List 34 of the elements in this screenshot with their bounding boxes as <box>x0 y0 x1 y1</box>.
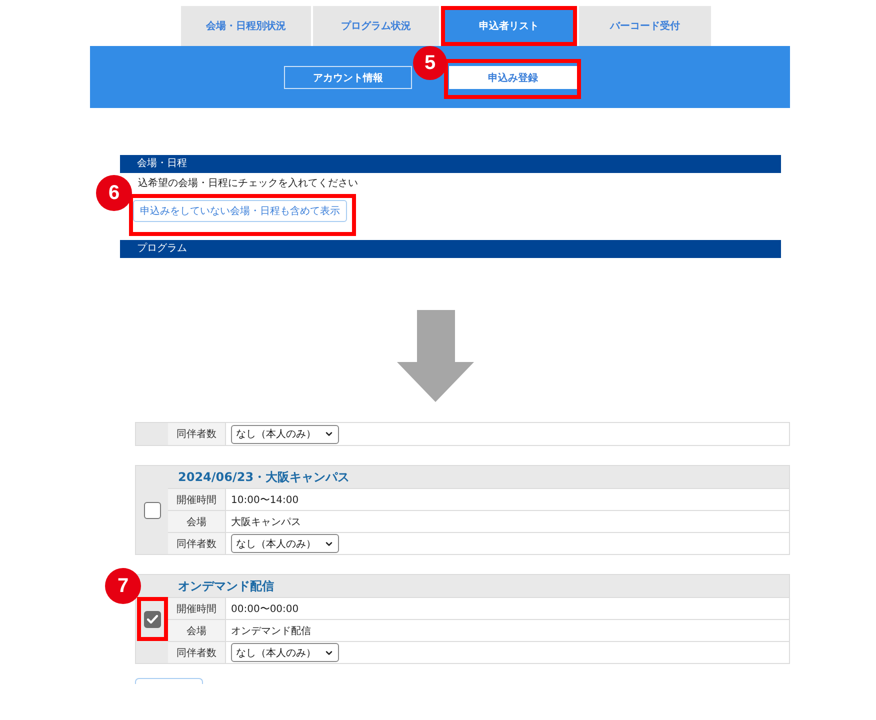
companion-select[interactable]: なし（本人のみ） <box>231 534 339 553</box>
field-label: 会場 <box>168 511 226 532</box>
sub-tab[interactable]: アカウント情報 <box>284 66 412 89</box>
section-header: プログラム <box>120 240 781 258</box>
companion-select[interactable]: なし（本人のみ） <box>231 424 339 444</box>
step-number-badge: 5 <box>413 46 447 80</box>
value-text: 10:00〜14:00 <box>231 494 299 506</box>
show-all-button[interactable]: 申込みをしていない会場・日程も含めて表示 <box>133 200 347 222</box>
step-number-badge: 6 <box>96 175 132 211</box>
field-label: 開催時間 <box>168 598 226 619</box>
instruction-text: 込希望の会場・日程にチェックを入れてください <box>138 177 358 191</box>
field-label: 開催時間 <box>168 489 226 510</box>
checkbox[interactable] <box>144 502 160 518</box>
check-icon <box>146 615 158 624</box>
sub-tab[interactable]: 申込み登録 <box>449 66 577 89</box>
chevron-down-icon <box>324 429 334 439</box>
section-header: 会場・日程 <box>120 155 781 173</box>
step-number-badge: 7 <box>105 568 141 604</box>
companion-select[interactable]: なし（本人のみ） <box>231 643 339 662</box>
session-title: 2024/06/23・大阪キャンパス <box>168 466 789 488</box>
value-text: 00:00〜00:00 <box>231 602 299 616</box>
checkbox-column <box>136 423 168 445</box>
nav-tab[interactable]: プログラム状況 <box>313 6 439 46</box>
checkbox[interactable] <box>144 611 160 628</box>
session-title: オンデマンド配信 <box>168 575 789 597</box>
nav-tab[interactable]: バーコード受付 <box>579 6 711 46</box>
value-text: オンデマンド配信 <box>231 624 311 638</box>
field-label: 同伴者数 <box>168 423 226 445</box>
value-text: 大阪キャンパス <box>231 516 301 528</box>
nav-tab[interactable]: 申込者リスト <box>441 6 577 46</box>
field-label: 同伴者数 <box>168 533 226 554</box>
field-label: 会場 <box>168 620 226 641</box>
nav-tab[interactable]: 会場・日程別状況 <box>181 6 311 46</box>
field-label: 同伴者数 <box>168 642 226 663</box>
